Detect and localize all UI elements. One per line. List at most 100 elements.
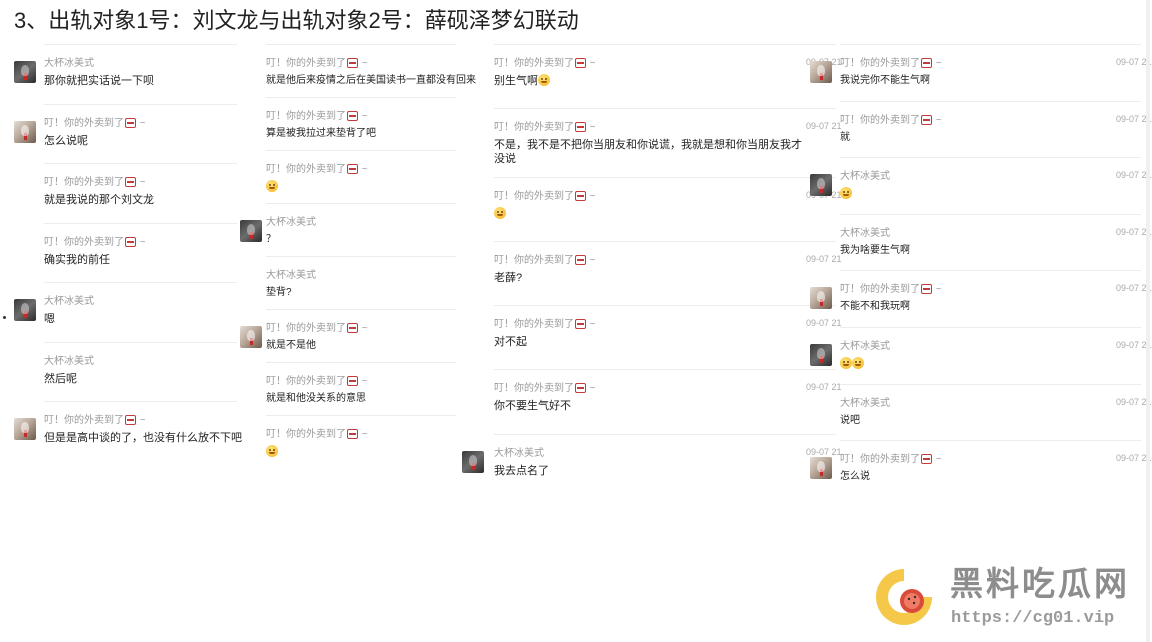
message-text: 我说完你不能生气啊 bbox=[840, 74, 930, 88]
takeout-box-icon bbox=[575, 319, 586, 330]
message-text: 不是，我不是不把你当朋友和你说谎，我就是想和你当朋友我才 没说 bbox=[494, 138, 802, 166]
sender-name: 叮！你的外卖到了 ~ bbox=[840, 114, 942, 127]
takeout-box-icon bbox=[921, 284, 932, 295]
sender-name: 叮！你的外卖到了 ~ bbox=[840, 58, 942, 70]
sender-name-text: 叮！你的外卖到了 bbox=[44, 415, 124, 426]
message-text-content: 不能不和我玩啊 bbox=[840, 301, 910, 313]
sender-name-text: 叮！你的外卖到了 bbox=[266, 323, 346, 334]
sender-name-text: 叮！你的外卖到了 bbox=[494, 254, 574, 266]
sender-name: 叮！你的外卖到了 ~ bbox=[494, 383, 596, 395]
avatar bbox=[810, 457, 832, 480]
chat-message[interactable]: 大杯冰美式09-07 21:47:28说吧 bbox=[840, 383, 1152, 441]
chat-message[interactable]: 大杯冰美式 那你就把实话说一下呗 bbox=[14, 44, 237, 104]
emoji-group bbox=[840, 187, 852, 200]
chat-message[interactable]: 叮！你的外卖到了 ~09-07 21 对不起 bbox=[494, 305, 842, 369]
emoji-face-icon bbox=[494, 206, 506, 219]
chat-message[interactable]: 叮！你的外卖到了 ~09-07 21别生气啊 bbox=[494, 44, 842, 108]
emoji-group bbox=[494, 206, 506, 220]
chat-message[interactable]: 叮！你的外卖到了 ~ 确实我的前任 bbox=[44, 222, 237, 283]
chat-column-1: 大杯冰美式 那你就把实话说一下呗 叮！你的外卖到了 ~ 怎么说呢 叮！你的外卖到了 ~ 就… bbox=[12, 44, 242, 461]
avatar bbox=[240, 326, 262, 348]
message-text: 怎么说 bbox=[840, 470, 870, 484]
scrollbar[interactable] bbox=[1146, 0, 1150, 642]
message-text-content: 怎么说呢 bbox=[44, 134, 88, 147]
sender-name: 叮！你的外卖到了 ~ bbox=[44, 415, 146, 427]
chat-message[interactable]: 大杯冰美式09-07 21:47:11我为啥要生气啊 bbox=[840, 213, 1152, 271]
message-text bbox=[266, 445, 278, 460]
emoji-face-icon bbox=[852, 356, 864, 369]
sender-name: 大杯冰美式 bbox=[840, 171, 890, 183]
chat-message[interactable]: 叮！你的外卖到了 ~ bbox=[266, 150, 456, 203]
sender-tilde: ~ bbox=[933, 58, 942, 69]
sender-name: 大杯冰美式 bbox=[840, 340, 890, 352]
chat-message[interactable]: 叮！你的外卖到了 ~09-07 21:46:56我说完你不能生气啊 bbox=[810, 44, 1152, 101]
sender-name: 叮！你的外卖到了 ~ bbox=[840, 284, 942, 296]
chat-message[interactable]: 叮！你的外卖到了 ~09-07 21 不是，我不是不把你当朋友和你说谎，我就是想和… bbox=[494, 108, 842, 176]
chat-message[interactable]: 叮！你的外卖到了 ~ 算是被我拉过来垫背了吧 bbox=[266, 97, 456, 150]
chat-message[interactable]: 叮！你的外卖到了 ~09-07 21:47:15不能不和我玩啊 bbox=[810, 270, 1152, 327]
chat-message[interactable]: 叮！你的外卖到了 ~ 怎么说呢 bbox=[14, 103, 237, 164]
chat-message[interactable]: 大杯冰美式 ？ bbox=[240, 203, 456, 256]
sender-name: 叮！你的外卖到了 ~ bbox=[266, 376, 368, 388]
sender-tilde: ~ bbox=[137, 415, 146, 426]
chat-message[interactable]: 大杯冰美式 09-07 21 我去点名了 bbox=[462, 433, 842, 498]
message-text: 算是被我拉过来垫背了吧 bbox=[266, 127, 376, 141]
watermark-site-name: 黑料吃瓜网 bbox=[950, 565, 1130, 602]
chat-message[interactable]: 大杯冰美式 然后呢 bbox=[44, 341, 237, 402]
chat-message[interactable]: 叮！你的外卖到了 ~09-07 21 bbox=[494, 176, 842, 241]
sender-name: 叮！你的外卖到了 ~ bbox=[494, 58, 596, 70]
chat-message[interactable]: 叮！你的外卖到了 ~09-07 21:47:04就 bbox=[840, 100, 1152, 158]
sender-tilde: ~ bbox=[359, 376, 368, 387]
message-text: 别生气啊 bbox=[494, 74, 550, 88]
message-text: 我去点名了 bbox=[494, 464, 549, 478]
message-text-content: 算是被我拉过来垫背了吧 bbox=[266, 128, 376, 139]
sender-name: 叮！你的外卖到了 ~ bbox=[44, 117, 146, 130]
chat-message[interactable]: 叮！你的外卖到了 ~ 就是他后来疫情之后在美国读书一直都没有回来 bbox=[266, 44, 476, 97]
takeout-box-icon bbox=[125, 236, 136, 247]
takeout-box-icon bbox=[921, 58, 932, 68]
sender-name: 叮！你的外卖到了 ~ bbox=[494, 254, 596, 267]
takeout-box-icon bbox=[125, 177, 136, 187]
chat-message[interactable]: 叮！你的外卖到了 ~ 就是不是他 bbox=[240, 309, 456, 362]
sender-tilde: ~ bbox=[587, 319, 596, 331]
message-text bbox=[266, 180, 278, 195]
chat-message[interactable]: 大杯冰美式嗯 bbox=[14, 282, 237, 342]
chat-message[interactable]: 大杯冰美式 垫背? bbox=[266, 256, 456, 309]
message-text-content: ？ bbox=[266, 234, 276, 245]
avatar-mark bbox=[820, 186, 823, 194]
message-text: 就是他后来疫情之后在美国读书一直都没有回来 bbox=[266, 74, 476, 88]
sender-name-text: 叮！你的外卖到了 bbox=[266, 164, 346, 175]
chat-message[interactable]: 叮！你的外卖到了 ~09-07 21:47:34怎么说 bbox=[810, 440, 1152, 497]
chat-message[interactable]: 叮！你的外卖到了 ~ 但是是高中谈的了，也没有什么放不下吧 bbox=[14, 401, 242, 461]
chat-message[interactable]: 叮！你的外卖到了 ~ 就是和他没关系的意思 bbox=[266, 362, 456, 415]
sender-tilde: ~ bbox=[587, 383, 596, 395]
chat-message[interactable]: 大杯冰美式09-07 21:47:07 bbox=[810, 157, 1152, 214]
sender-tilde: ~ bbox=[359, 58, 368, 69]
chat-message[interactable]: 叮！你的外卖到了 ~09-07 21 老薛? bbox=[494, 240, 842, 305]
chat-message[interactable]: 叮！你的外卖到了 ~ bbox=[266, 415, 456, 468]
message-text-content: 就是我说的那个刘文龙 bbox=[44, 194, 154, 206]
avatar bbox=[240, 220, 262, 242]
avatar-mark bbox=[24, 430, 27, 437]
message-text: 就是和他没关系的意思 bbox=[266, 392, 366, 406]
message-text: 老薛? bbox=[494, 271, 522, 285]
sender-name-text: 叮！你的外卖到了 bbox=[494, 122, 574, 134]
sender-name: 叮！你的外卖到了 ~ bbox=[44, 177, 146, 189]
takeout-box-icon bbox=[347, 323, 358, 333]
chat-message[interactable]: 大杯冰美式09-07 21:47:23 bbox=[810, 326, 1152, 384]
sender-tilde: ~ bbox=[359, 164, 368, 175]
sender-name: 叮！你的外卖到了 ~ bbox=[266, 111, 368, 123]
chat-column-3: 叮！你的外卖到了 ~09-07 21别生气啊叮！你的外卖到了 ~09-07 21… bbox=[460, 44, 842, 498]
message-text-content: 我为啥要生气啊 bbox=[840, 244, 910, 256]
sender-name: 大杯冰美式 bbox=[44, 296, 94, 307]
message-text: 怎么说呢 bbox=[44, 134, 88, 148]
chat-message[interactable]: 叮！你的外卖到了 ~ 就是我说的那个刘文龙 bbox=[44, 163, 237, 223]
takeout-box-icon bbox=[347, 429, 358, 439]
chat-message[interactable]: 叮！你的外卖到了 ~09-07 21 你不要生气好不 bbox=[494, 369, 842, 433]
sender-tilde: ~ bbox=[933, 114, 942, 126]
sender-name-text: 叮！你的外卖到了 bbox=[840, 284, 920, 296]
sender-tilde: ~ bbox=[137, 177, 146, 188]
sender-name-text: 叮！你的外卖到了 bbox=[494, 58, 574, 69]
sender-name: 叮！你的外卖到了 ~ bbox=[266, 323, 368, 335]
sender-name-text: 叮！你的外卖到了 bbox=[494, 190, 574, 202]
